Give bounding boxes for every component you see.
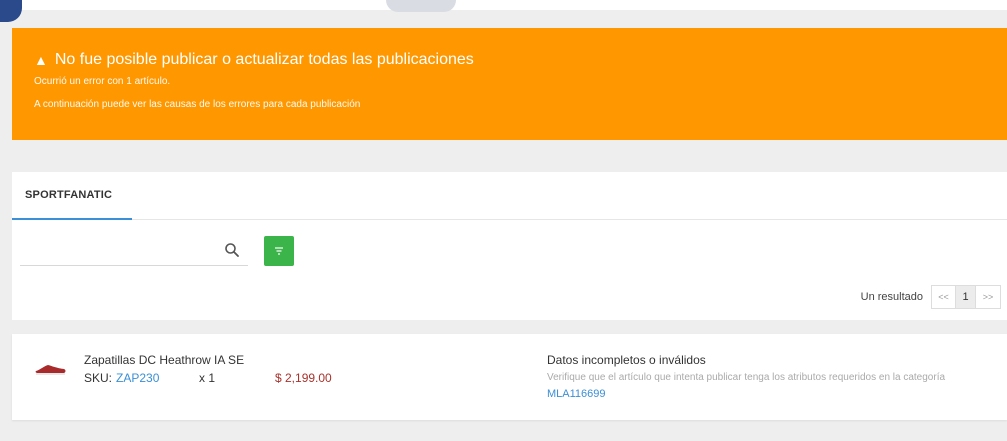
search-box [20, 234, 248, 266]
error-title: Datos incompletos o inválidos [547, 353, 706, 367]
alert-line-1: Ocurrió un error con 1 artículo. [34, 76, 171, 87]
warning-icon: ▲ [34, 52, 48, 68]
account-panel: SPORTFANATIC Un resultado << 1 >> [12, 172, 1007, 320]
filter-icon [275, 247, 283, 255]
pagination-row: Un resultado << 1 >> [861, 282, 1007, 312]
sku-row: SKU: ZAP230 [84, 371, 159, 385]
category-link[interactable]: MLA116699 [547, 388, 606, 400]
page-1-button[interactable]: 1 [956, 286, 976, 308]
product-name: Zapatillas DC Heathrow IA SE [84, 353, 245, 367]
error-alert: ▲ No fue posible publicar o actualizar t… [12, 28, 1007, 140]
error-description-text: Verifique que el artículo que intenta pu… [547, 372, 946, 383]
result-count: Un resultado [860, 291, 923, 303]
error-item-card: Zapatillas DC Heathrow IA SE SKU: ZAP230… [12, 334, 1007, 420]
shoe-icon [35, 365, 66, 375]
last-page-button[interactable]: >> [976, 286, 1000, 308]
first-page-button[interactable]: << [932, 286, 956, 308]
tab-bar: SPORTFANATIC [12, 172, 1007, 220]
price: $ 2,199.00 [275, 371, 332, 385]
error-description: Verifique que el artículo que intenta pu… [547, 370, 977, 403]
search-icon[interactable] [224, 242, 240, 258]
quantity: x 1 [199, 371, 216, 385]
sku-label: SKU: [84, 371, 113, 385]
pagination: << 1 >> [931, 285, 1001, 309]
tab-sportfanatic[interactable]: SPORTFANATIC [12, 172, 132, 220]
alert-line-2: A continuación puede ver las causas de l… [34, 99, 361, 110]
top-bar [0, 0, 1007, 10]
sku-link[interactable]: ZAP230 [116, 371, 159, 385]
filter-button[interactable] [264, 236, 294, 266]
header-decoration [386, 0, 456, 12]
alert-title: No fue posible publicar o actualizar tod… [54, 51, 474, 68]
alert-title-row: ▲ No fue posible publicar o actualizar t… [34, 50, 985, 70]
logo-icon [0, 0, 22, 22]
search-row [12, 220, 1007, 270]
search-input[interactable] [20, 234, 210, 264]
